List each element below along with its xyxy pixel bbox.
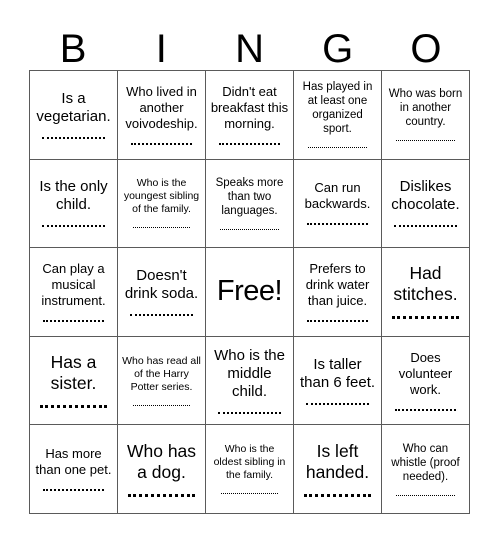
signature-line[interactable] xyxy=(41,133,106,139)
signature-line[interactable] xyxy=(391,312,460,320)
bingo-cell-label: Speaks more than two languages. xyxy=(215,176,284,217)
bingo-cell-label: Who has a dog. xyxy=(126,440,197,482)
bingo-cell[interactable]: Is the only child. xyxy=(30,159,118,249)
bingo-cell-label: Does volunteer work. xyxy=(398,349,453,397)
bingo-cell[interactable]: Prefers to drink water than juice. xyxy=(294,248,382,337)
signature-line[interactable] xyxy=(133,223,190,229)
bingo-cell-label: Who is the youngest sibling of the famil… xyxy=(123,177,200,216)
header-letter-g: G xyxy=(322,27,354,71)
bingo-cell[interactable]: Has more than one pet. xyxy=(30,425,118,514)
bingo-cell-label: Free! xyxy=(216,274,283,307)
signature-line[interactable] xyxy=(129,310,194,316)
bingo-cell-label: Who was born in another country. xyxy=(388,88,463,129)
bingo-cell-label: Who is the oldest sibling in the family. xyxy=(213,443,286,482)
signature-line[interactable] xyxy=(217,408,282,414)
bingo-cell-label: Is the only child. xyxy=(39,178,108,214)
signature-line[interactable] xyxy=(127,490,196,497)
bingo-cell[interactable]: Is left handed. xyxy=(294,425,382,514)
bingo-cell[interactable]: Who is the youngest sibling of the famil… xyxy=(118,159,206,249)
bingo-cell-free[interactable]: Free! xyxy=(206,248,294,337)
signature-line[interactable] xyxy=(39,401,108,409)
bingo-cell-label: Dislikes chocolate. xyxy=(391,178,460,214)
bingo-cell-label: Had stitches. xyxy=(393,263,458,305)
bingo-cell[interactable]: Didn't eat breakfast this morning. xyxy=(206,71,294,160)
signature-line[interactable] xyxy=(42,316,105,322)
bingo-card: B I N G O Is a vegetarian. Who lived in a… xyxy=(0,0,500,544)
bingo-cell-label: Is a vegetarian. xyxy=(36,89,111,125)
bingo-cell-label: Can run backwards. xyxy=(304,180,371,212)
bingo-cell[interactable]: Who is the oldest sibling in the family. xyxy=(206,425,294,514)
bingo-cell[interactable]: Who has a dog. xyxy=(118,425,206,514)
bingo-cell-label: Has more than one pet. xyxy=(35,446,112,478)
signature-line[interactable] xyxy=(303,490,372,497)
bingo-cell-label: Prefers to drink water than juice. xyxy=(305,260,370,308)
signature-line[interactable] xyxy=(305,399,370,405)
bingo-cell[interactable]: Who was born in another country. xyxy=(382,71,470,160)
header-letter-b: B xyxy=(59,27,87,71)
bingo-cell[interactable]: Can run backwards. xyxy=(294,159,382,249)
bingo-cell-label: Has a sister. xyxy=(50,352,97,394)
bingo-cell-label: Can play a musical instrument. xyxy=(41,260,106,308)
bingo-cell[interactable]: Had stitches. xyxy=(382,248,470,337)
bingo-cell-label: Who lived in another voivodeship. xyxy=(125,83,198,131)
signature-line[interactable] xyxy=(308,143,367,149)
bingo-cell[interactable]: Has a sister. xyxy=(30,336,118,426)
signature-line[interactable] xyxy=(220,225,279,230)
header-letter-o: O xyxy=(410,27,442,71)
bingo-cell[interactable]: Who can whistle (proof needed). xyxy=(382,425,470,514)
bingo-cell-label: Didn't eat breakfast this morning. xyxy=(210,83,289,131)
bingo-cell[interactable]: Who has read all of the Harry Potter ser… xyxy=(118,336,206,426)
bingo-cell-label: Who has read all of the Harry Potter ser… xyxy=(122,354,201,393)
signature-line[interactable] xyxy=(41,221,106,228)
bingo-cell[interactable]: Dislikes chocolate. xyxy=(382,159,470,249)
bingo-cell-label: Is taller than 6 feet. xyxy=(299,355,376,391)
signature-line[interactable] xyxy=(42,485,105,492)
header-letter-i: I xyxy=(155,27,167,71)
signature-line[interactable] xyxy=(394,405,457,411)
bingo-cell[interactable]: Can play a musical instrument. xyxy=(30,248,118,337)
bingo-cell[interactable]: Does volunteer work. xyxy=(382,336,470,426)
signature-line[interactable] xyxy=(306,219,369,226)
bingo-cell-label: Who can whistle (proof needed). xyxy=(391,442,460,483)
signature-line[interactable] xyxy=(130,139,193,145)
bingo-cell[interactable]: Is a vegetarian. xyxy=(30,71,118,160)
bingo-cell[interactable]: Has played in at least one organized spo… xyxy=(294,71,382,160)
signature-line[interactable] xyxy=(218,139,281,145)
bingo-cell-label: Has played in at least one organized spo… xyxy=(302,81,373,136)
bingo-cell-label: Is left handed. xyxy=(305,440,370,482)
bingo-header: B I N G O xyxy=(29,18,470,70)
bingo-cell[interactable]: Doesn't drink soda. xyxy=(118,248,206,337)
header-letter-n: N xyxy=(235,27,264,71)
signature-line[interactable] xyxy=(393,221,458,228)
signature-line[interactable] xyxy=(396,491,455,496)
bingo-cell[interactable]: Is taller than 6 feet. xyxy=(294,336,382,426)
signature-line[interactable] xyxy=(133,401,190,406)
signature-line[interactable] xyxy=(306,316,369,322)
bingo-grid: Is a vegetarian. Who lived in another voi… xyxy=(29,70,470,514)
bingo-cell[interactable]: Who is the middle child. xyxy=(206,336,294,426)
bingo-cell[interactable]: Who lived in another voivodeship. xyxy=(118,71,206,160)
bingo-cell-label: Doesn't drink soda. xyxy=(124,266,199,302)
signature-line[interactable] xyxy=(396,136,455,142)
bingo-cell-label: Who is the middle child. xyxy=(214,346,285,400)
bingo-cell[interactable]: Speaks more than two languages. xyxy=(206,159,294,249)
signature-line[interactable] xyxy=(221,489,278,495)
